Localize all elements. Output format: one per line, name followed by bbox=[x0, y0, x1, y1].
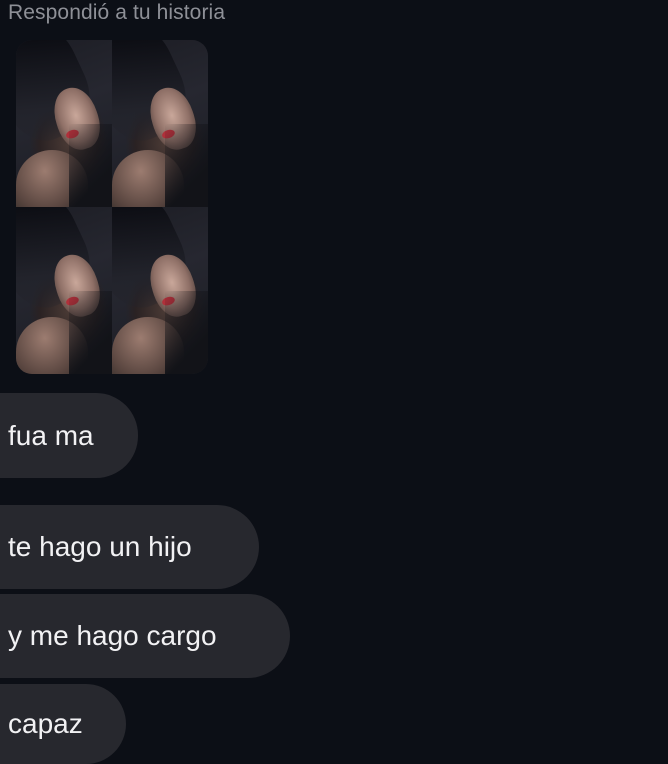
message-bubble[interactable]: te hago un hijo bbox=[0, 505, 259, 589]
story-photo-tile bbox=[16, 207, 112, 374]
story-photo-tile bbox=[112, 207, 208, 374]
story-reply-label: Respondió a tu historia bbox=[8, 1, 226, 24]
message-bubble[interactable]: fua ma bbox=[0, 393, 138, 478]
story-thumbnail[interactable] bbox=[16, 40, 208, 374]
message-bubble[interactable]: y me hago cargo bbox=[0, 594, 290, 678]
message-text: fua ma bbox=[8, 419, 94, 451]
story-photo-tile bbox=[16, 40, 112, 207]
story-photo-tile bbox=[112, 40, 208, 207]
message-text: te hago un hijo bbox=[8, 531, 192, 562]
message-text: y me hago cargo bbox=[8, 620, 217, 651]
message-text: capaz bbox=[8, 708, 83, 739]
message-bubble[interactable]: capaz bbox=[0, 684, 126, 764]
